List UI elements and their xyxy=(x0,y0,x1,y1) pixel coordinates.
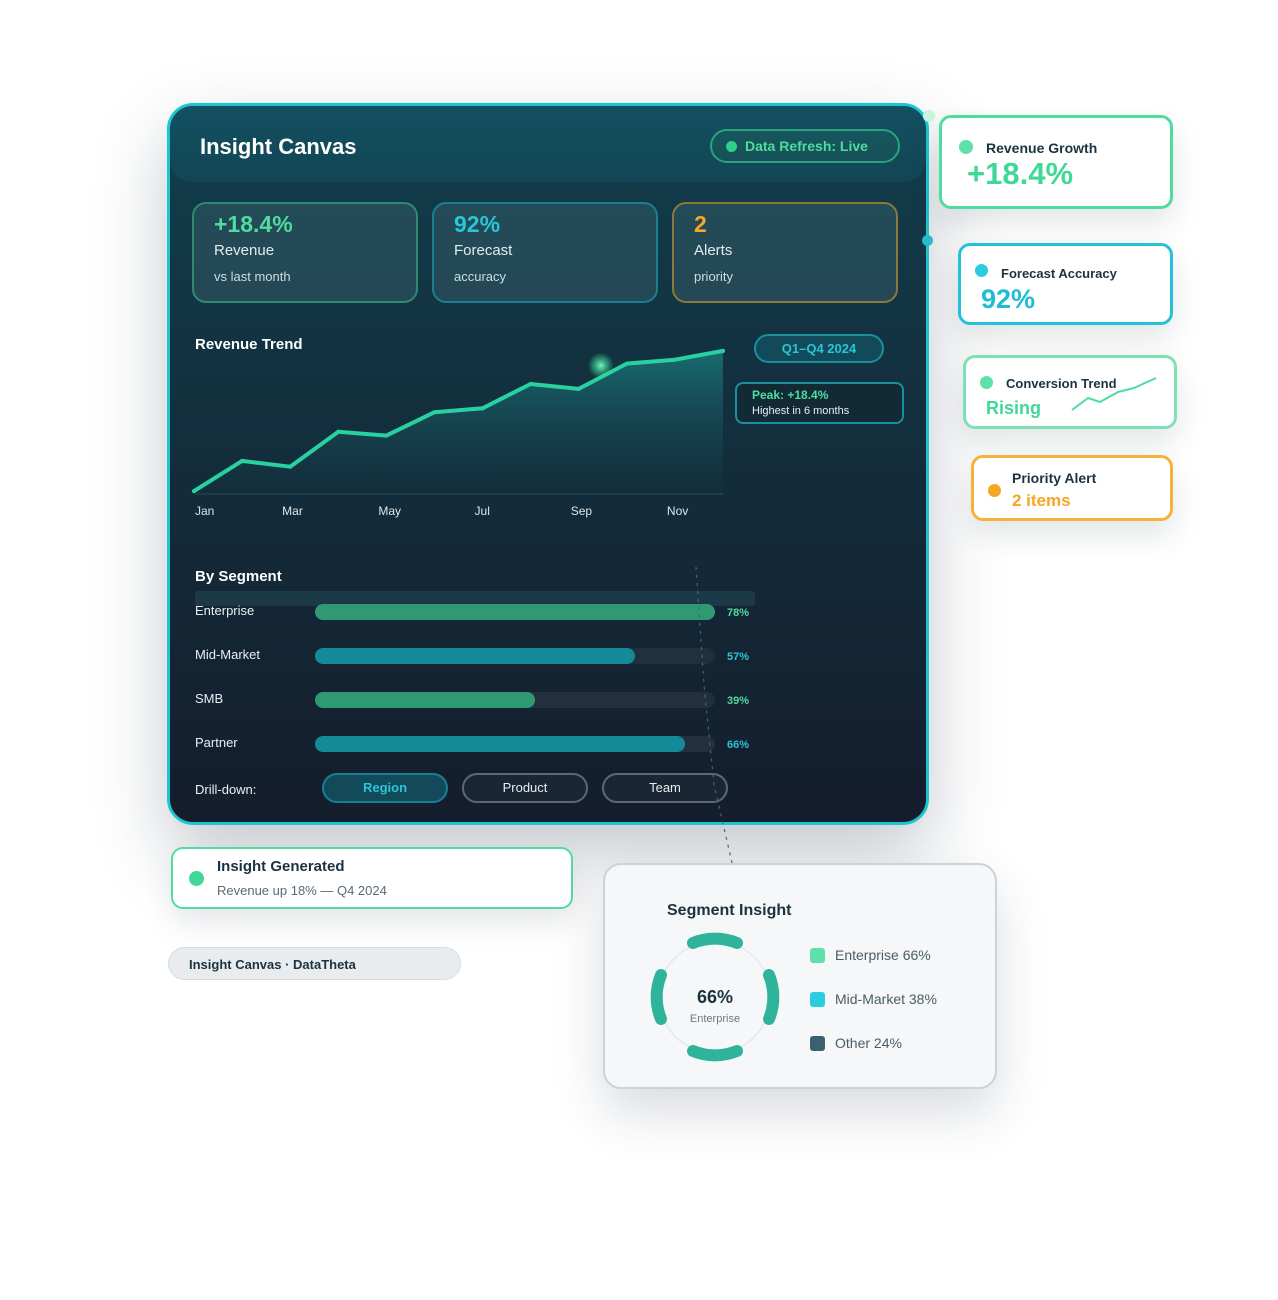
donut-segment xyxy=(650,969,667,1025)
x-tick-label: Nov xyxy=(666,504,689,518)
segment-bar-fill xyxy=(315,692,535,708)
card-value: Rising xyxy=(986,398,1042,418)
trend-point[interactable] xyxy=(192,489,196,494)
connector-dot xyxy=(922,235,933,246)
kpi-card-revenue[interactable]: +18.4% Revenue vs last month xyxy=(192,202,418,303)
status-dot-icon xyxy=(189,871,204,886)
trend-point[interactable] xyxy=(528,382,533,387)
legend-swatch xyxy=(810,991,825,1007)
trend-point[interactable] xyxy=(624,361,629,366)
connector-dot xyxy=(923,110,935,122)
connector-line xyxy=(695,566,737,881)
kpi-card-alerts[interactable]: 2 Alerts priority xyxy=(672,202,898,303)
insight-canvas-panel: Insight Canvas Data Refresh: Live +18.4%… xyxy=(167,103,929,825)
segment-bar-track[interactable] xyxy=(315,736,715,752)
trend-point[interactable] xyxy=(480,406,485,411)
kpi-sub: vs last month xyxy=(214,269,291,284)
footer-brand-pill: Insight Canvas · DataTheta xyxy=(168,947,461,980)
kpi-label: Forecast xyxy=(454,242,513,259)
peak-title: Peak: +18.4% xyxy=(752,388,829,402)
priority-alert-card[interactable]: Priority Alert 2 items xyxy=(971,455,1173,521)
legend-item-enterprise: Enterprise 66% xyxy=(810,947,931,963)
trend-point[interactable] xyxy=(432,410,437,415)
donut-center-label: Enterprise xyxy=(689,1013,741,1025)
segment-label: Partner xyxy=(195,735,238,750)
forecast-accuracy-card[interactable]: Forecast Accuracy 92% xyxy=(958,243,1173,325)
data-refresh-status[interactable]: Data Refresh: Live xyxy=(710,129,900,163)
panel-title: Insight Canvas xyxy=(200,134,357,159)
kpi-value: 2 xyxy=(694,211,707,237)
drilldown-label: Drill-down: xyxy=(195,782,257,797)
trend-point[interactable] xyxy=(288,464,293,469)
kpi-value: +18.4% xyxy=(214,211,293,237)
segment-bar-fill xyxy=(315,604,715,620)
trend-point[interactable] xyxy=(336,429,341,434)
donut-segment xyxy=(763,969,780,1025)
donut-segment xyxy=(687,932,743,949)
legend-label: Other 24% xyxy=(835,1035,902,1051)
kpi-value: 92% xyxy=(454,211,501,237)
date-range-selector[interactable]: Q1–Q4 2024 xyxy=(754,334,884,363)
x-tick-label: May xyxy=(378,504,402,518)
card-title: Forecast Accuracy xyxy=(1001,266,1117,281)
kpi-sub: priority xyxy=(694,269,734,284)
trend-area xyxy=(194,350,723,494)
x-tick-label: Sep xyxy=(570,504,593,518)
insight-generated-sub: Revenue up 18% — Q4 2024 xyxy=(217,883,387,898)
card-value: 2 items xyxy=(1012,491,1071,510)
x-tick-label: Mar xyxy=(282,504,303,518)
trend-point[interactable] xyxy=(240,458,245,463)
drilldown-product-button[interactable]: Product xyxy=(462,773,588,803)
legend-item-other: Other 24% xyxy=(810,1035,902,1051)
segment-label: Mid-Market xyxy=(195,647,261,662)
donut-center-value: 66% xyxy=(696,987,734,1007)
segment-insight-title: Segment Insight xyxy=(667,902,792,919)
conversion-trend-card[interactable]: Conversion Trend Rising xyxy=(963,355,1177,429)
donut-segment xyxy=(687,1045,743,1062)
segment-bar-track[interactable] xyxy=(315,604,715,620)
drilldown-region-button[interactable]: Region xyxy=(322,773,448,803)
status-dot-icon xyxy=(980,376,993,389)
legend-label: Enterprise 66% xyxy=(835,947,931,963)
segment-bar-track[interactable] xyxy=(315,648,715,664)
trend-point[interactable] xyxy=(672,357,677,362)
trend-point[interactable] xyxy=(576,386,581,391)
kpi-card-forecast[interactable]: 92% Forecast accuracy xyxy=(432,202,658,303)
trend-point[interactable] xyxy=(721,348,725,353)
kpi-label: Alerts xyxy=(694,242,733,259)
legend-swatch xyxy=(810,1035,825,1051)
data-refresh-label: Data Refresh: Live xyxy=(745,138,868,154)
revenue-trend-chart xyxy=(192,348,725,495)
segment-label: SMB xyxy=(195,691,224,706)
status-dot-icon xyxy=(959,140,973,154)
legend-item-mid-market: Mid-Market 38% xyxy=(810,991,937,1007)
peak-callout: Peak: +18.4% Highest in 6 months xyxy=(735,382,904,424)
card-title: Revenue Growth xyxy=(986,140,1098,156)
alert-dot-icon xyxy=(988,484,1001,497)
segment-insight-card[interactable]: Segment Insight 66% Enterprise Enterpris… xyxy=(603,863,997,1089)
trend-point[interactable] xyxy=(384,433,389,438)
live-dot-icon xyxy=(726,140,737,152)
card-value: +18.4% xyxy=(967,156,1074,191)
status-dot-icon xyxy=(975,264,988,277)
insight-generated-card[interactable]: Insight Generated Revenue up 18% — Q4 20… xyxy=(171,847,573,909)
card-title: Priority Alert xyxy=(1012,470,1097,486)
by-segment-title: By Segment xyxy=(195,568,282,585)
peak-sub: Highest in 6 months xyxy=(752,405,850,417)
peak-highlight-marker[interactable] xyxy=(587,352,614,379)
segment-bar-track[interactable] xyxy=(315,692,715,708)
x-tick-label: Jan xyxy=(195,504,215,518)
legend-swatch xyxy=(810,947,825,963)
segment-bar-fill xyxy=(315,648,635,664)
segment-bar-fill xyxy=(315,736,685,752)
revenue-growth-card[interactable]: Revenue Growth +18.4% xyxy=(939,115,1173,209)
kpi-sub: accuracy xyxy=(454,269,507,284)
sparkline-icon xyxy=(1071,377,1157,411)
x-tick-label: Jul xyxy=(474,504,490,518)
legend-label: Mid-Market 38% xyxy=(835,991,937,1007)
insight-generated-title: Insight Generated xyxy=(217,858,345,875)
kpi-label: Revenue xyxy=(214,242,275,259)
segment-label: Enterprise xyxy=(195,603,255,618)
card-value: 92% xyxy=(981,284,1036,314)
